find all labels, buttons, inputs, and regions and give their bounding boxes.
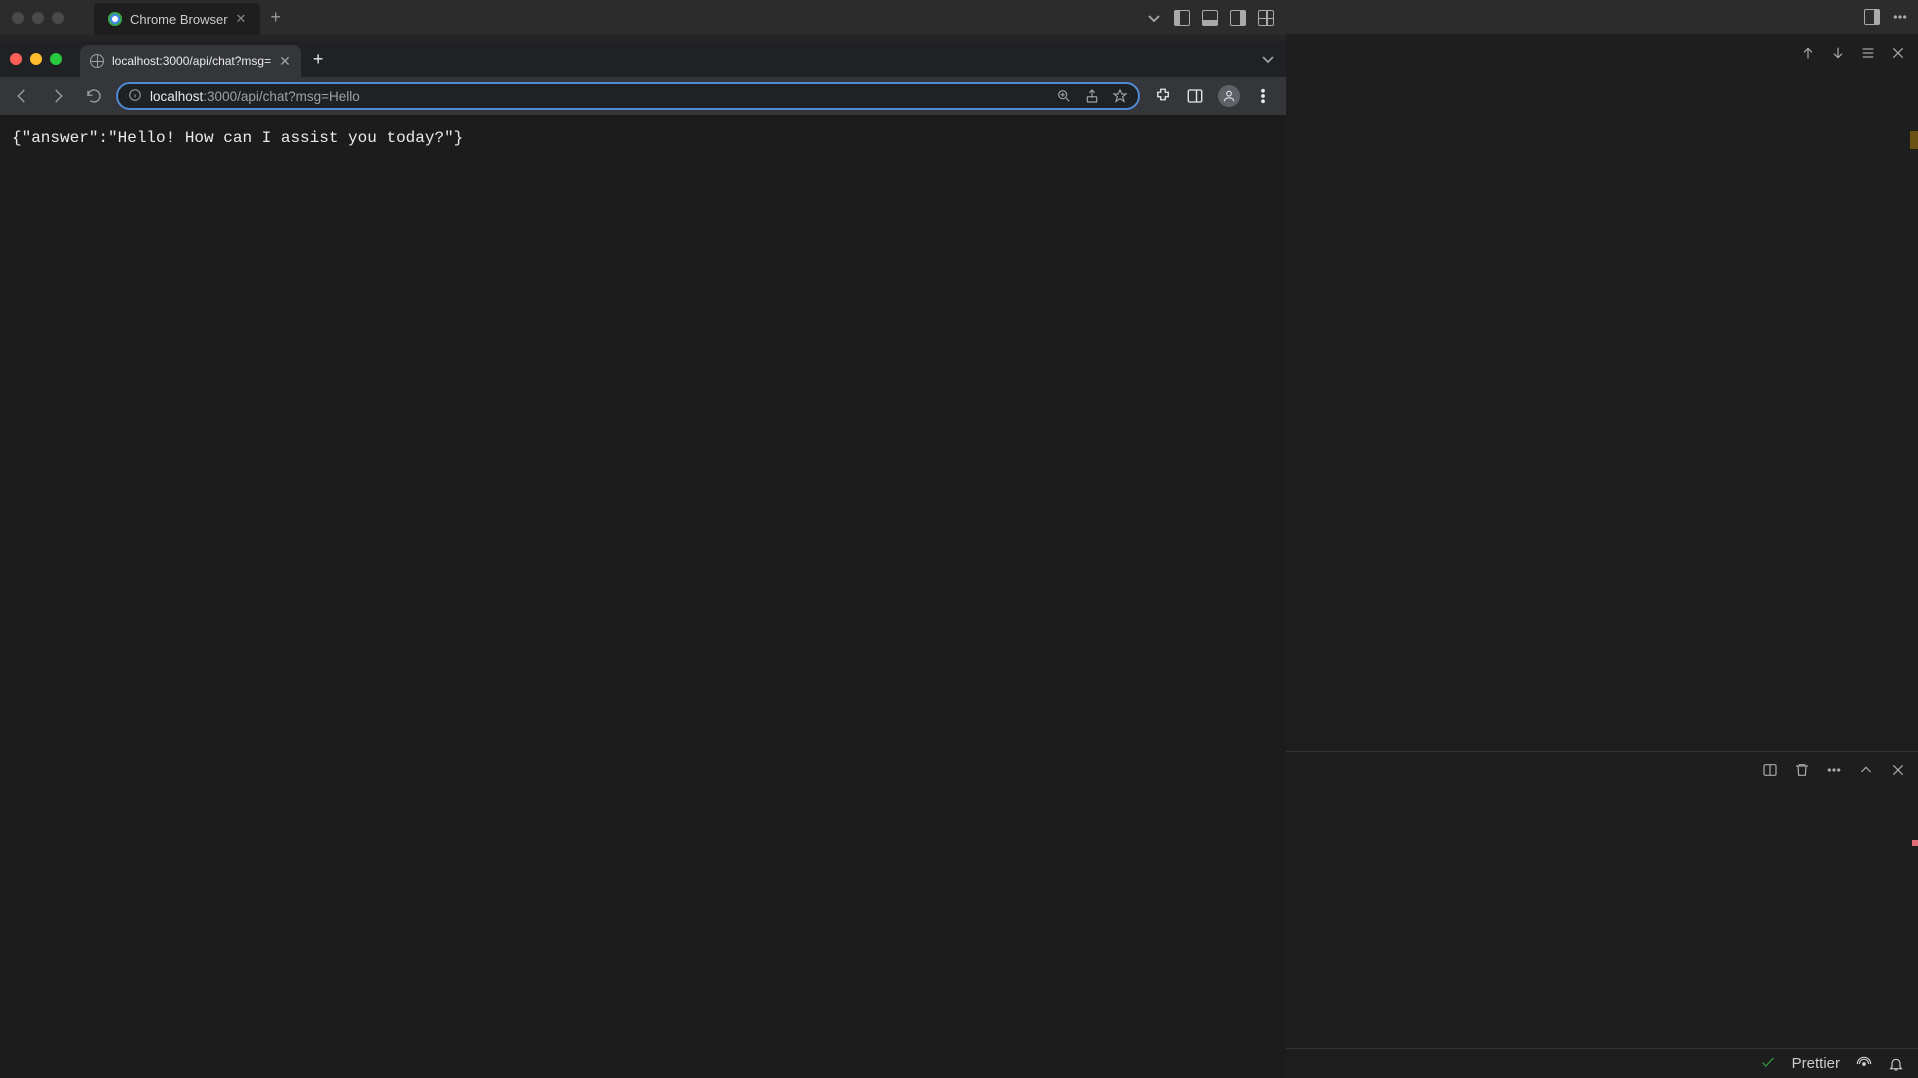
layout-grid-icon[interactable] [1258,10,1274,26]
terminal-scroll-marker [1912,840,1918,846]
tabs-chevron-down-icon[interactable] [1146,10,1162,26]
arrow-down-icon[interactable] [1830,45,1846,61]
share-icon[interactable] [1084,88,1100,104]
reload-button[interactable] [80,87,108,105]
right-top-layout-bar [1286,0,1918,35]
vscode-tab-close-icon[interactable]: ✕ [236,11,247,27]
chrome-window: localhost:3000/api/chat?msg= ✕ + [0,41,1286,1078]
zoom-icon[interactable] [1056,88,1072,104]
traffic-close-icon [12,12,24,24]
bell-icon[interactable] [1888,1056,1904,1072]
trash-icon[interactable] [1794,762,1810,778]
vscode-title-bar: Chrome Browser ✕ + [0,0,1286,35]
minimap-marker [1910,131,1918,149]
forward-button[interactable] [44,87,72,105]
layout-panel-bottom-icon[interactable] [1202,10,1218,26]
chrome-favicon-icon [108,12,122,26]
globe-icon [90,54,104,68]
url-host: localhost [150,89,203,104]
layout-panel-right-icon[interactable] [1230,10,1246,26]
search-results-bar [1286,35,1918,71]
back-button[interactable] [8,87,36,105]
check-icon [1760,1054,1776,1074]
vscode-tab-chrome[interactable]: Chrome Browser ✕ [94,3,260,35]
bookmark-star-icon[interactable] [1112,88,1128,104]
terminal-panel-bar [1286,752,1918,788]
chrome-tab[interactable]: localhost:3000/api/chat?msg= ✕ [80,45,301,77]
traffic-minimize-icon [32,12,44,24]
chrome-tabs-dropdown-icon[interactable] [1260,51,1276,67]
address-bar[interactable]: localhost:3000/api/chat?msg=Hello [116,82,1140,110]
page-content: {"answer":"Hello! How can I assist you t… [0,115,1286,1078]
more-icon[interactable] [1826,762,1842,778]
chrome-toolbar: localhost:3000/api/chat?msg=Hello [0,77,1286,115]
extensions-icon[interactable] [1154,87,1172,105]
more-actions-icon[interactable] [1892,9,1908,25]
arrow-up-icon[interactable] [1800,45,1816,61]
site-info-icon[interactable] [128,88,142,105]
close-search-icon[interactable] [1890,45,1906,61]
vscode-tab-title: Chrome Browser [130,12,228,27]
status-bar: Prettier [1286,1048,1918,1078]
side-panel-icon[interactable] [1186,87,1204,105]
vscode-traffic-lights [12,12,64,24]
status-prettier[interactable]: Prettier [1792,1055,1840,1072]
layout-panel-left-icon[interactable] [1174,10,1190,26]
profile-avatar-icon[interactable] [1218,85,1240,107]
chrome-zoom-icon[interactable] [50,53,62,65]
url-text: localhost:3000/api/chat?msg=Hello [150,89,360,104]
url-path: :3000/api/chat?msg=Hello [203,89,359,104]
chrome-tab-title: localhost:3000/api/chat?msg= [112,54,271,68]
chrome-tab-close-icon[interactable]: ✕ [279,53,291,70]
chrome-new-tab-button[interactable]: + [313,49,324,70]
chrome-close-icon[interactable] [10,53,22,65]
list-icon[interactable] [1860,45,1876,61]
chrome-traffic-lights [10,53,62,65]
vscode-new-tab-button[interactable]: + [270,7,281,28]
chrome-menu-icon[interactable] [1254,87,1272,105]
panel-split-icon[interactable] [1762,762,1778,778]
close-panel-icon[interactable] [1890,762,1906,778]
broadcast-icon[interactable] [1856,1056,1872,1072]
toggle-panel-right-icon[interactable] [1864,9,1880,25]
terminal-area[interactable] [1286,788,1918,1048]
chrome-tab-strip: localhost:3000/api/chat?msg= ✕ + [0,41,1286,77]
traffic-zoom-icon [52,12,64,24]
chevron-up-icon[interactable] [1858,762,1874,778]
editor-right-pane: Prettier [1286,0,1918,1078]
editor-body [1286,71,1918,751]
chrome-minimize-icon[interactable] [30,53,42,65]
